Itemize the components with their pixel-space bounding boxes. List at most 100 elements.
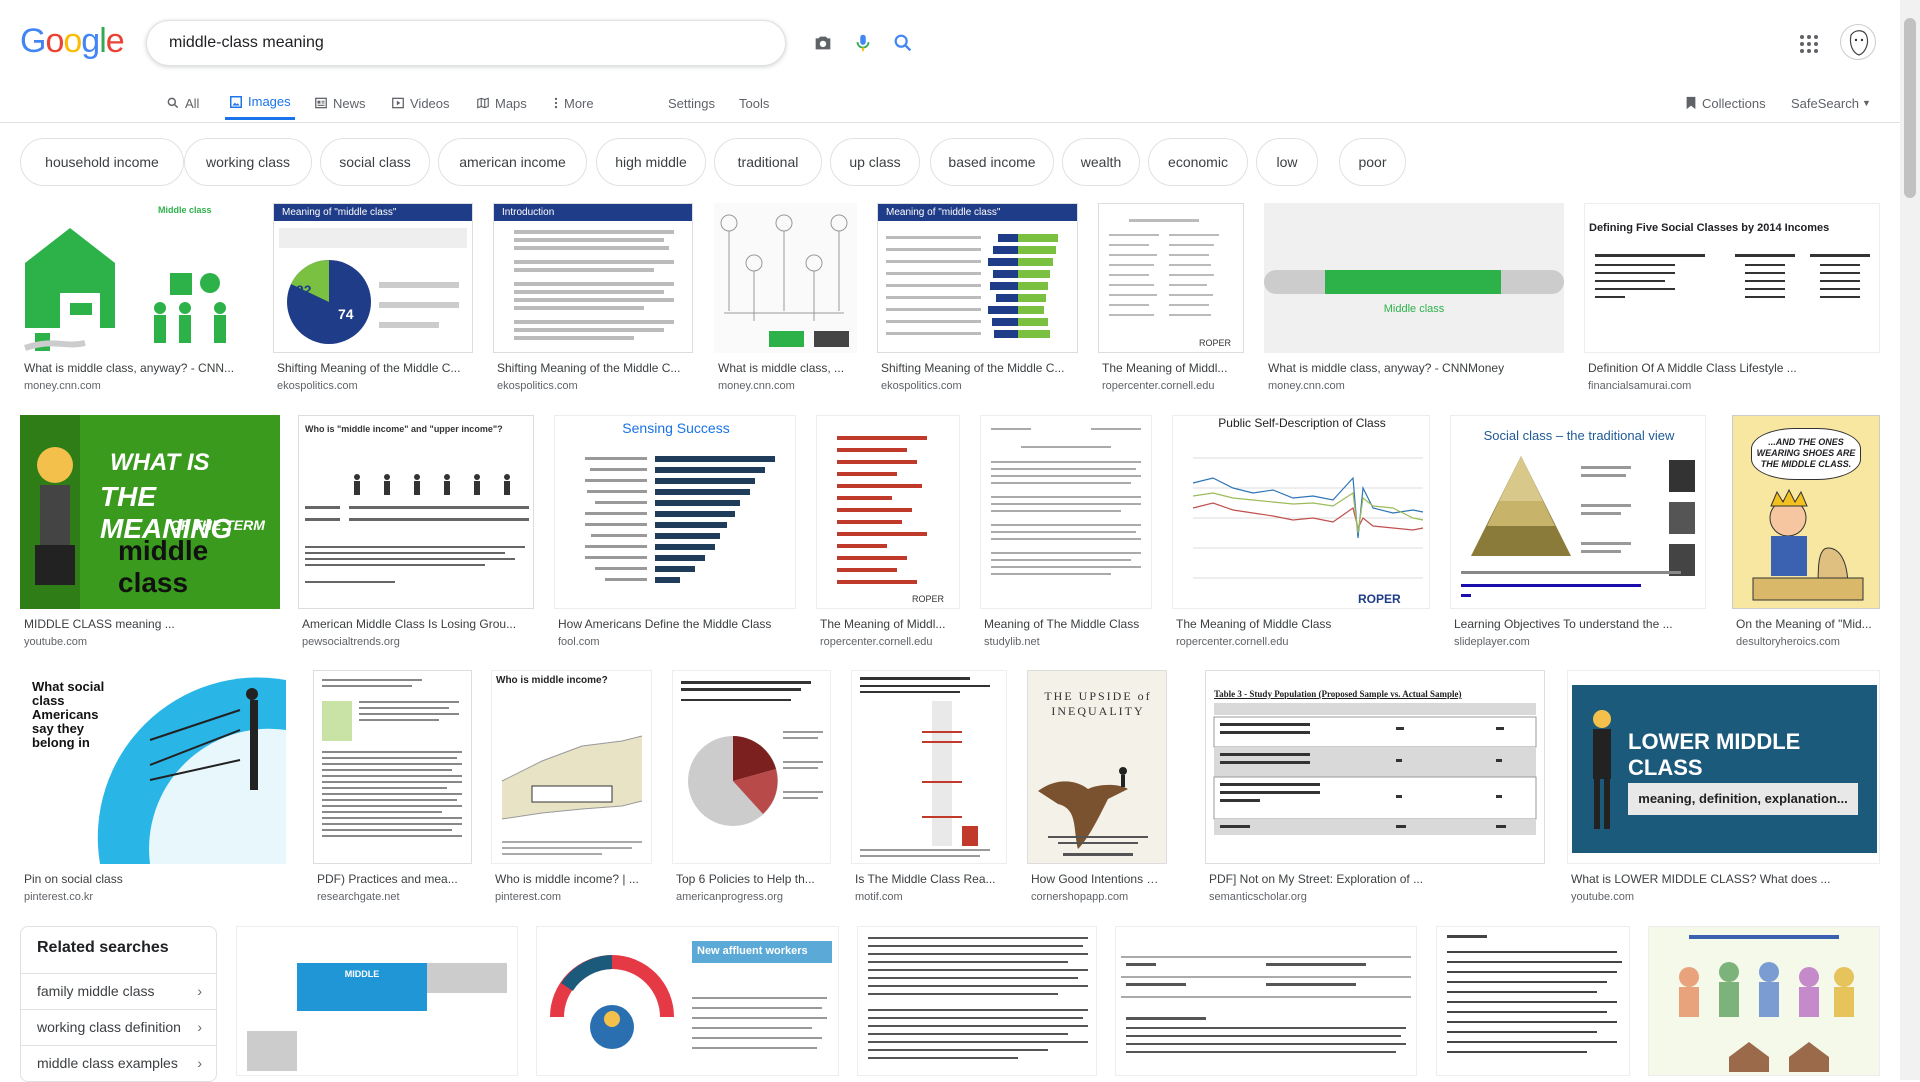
result-source: pinterest.com (495, 891, 562, 903)
related-search-item[interactable]: working class definition › (21, 1009, 216, 1044)
chip[interactable]: economic (1148, 138, 1248, 186)
tab-maps[interactable]: Maps (476, 86, 527, 120)
image-result[interactable]: Top 6 Policies to Help th... americanpro… (672, 670, 831, 908)
result-thumbnail: What social class Americans say they bel… (20, 670, 286, 864)
apps-grid-icon[interactable] (1797, 32, 1821, 56)
logo-letter: G (20, 22, 46, 60)
result-source: cornershopapp.com (1031, 891, 1129, 903)
tab-settings[interactable]: Settings (668, 86, 715, 120)
microphone-icon[interactable] (851, 31, 875, 55)
tab-label: Videos (410, 95, 450, 111)
safesearch-dropdown[interactable]: SafeSearch ▼ (1791, 86, 1871, 120)
related-searches-panel: Related searches family middle class › w… (20, 926, 217, 1082)
tab-tools[interactable]: Tools (739, 86, 769, 120)
related-search-item[interactable]: middle class examples › (21, 1045, 216, 1080)
thumb-label: Middle class (1383, 303, 1445, 315)
image-result[interactable]: LOWER MIDDLE CLASS meaning, definition, … (1567, 670, 1880, 908)
image-result[interactable]: Middle class What is middle class, anywa… (20, 203, 253, 393)
result-title: The Meaning of Middle Class (1176, 617, 1332, 631)
camera-icon[interactable] (811, 31, 835, 55)
related-searches-title: Related searches (37, 939, 169, 956)
result-thumbnail: Sensing Success (554, 415, 796, 609)
image-result[interactable] (1115, 926, 1417, 1076)
tab-label: Maps (495, 95, 527, 111)
result-source: ropercenter.cornell.edu (820, 636, 933, 648)
chip[interactable]: american income (438, 138, 587, 186)
image-result[interactable]: WHAT IS THE MEANING OF THE TERM middle c… (20, 415, 280, 653)
chip-label: economic (1168, 154, 1228, 170)
image-result[interactable]: What is middle class, ... money.cnn.com (714, 203, 857, 393)
image-result[interactable] (1648, 926, 1880, 1076)
speech-bubble: ...AND THE ONES WEARING SHOES ARE THE MI… (1751, 428, 1861, 480)
chevron-right-icon: › (197, 983, 202, 999)
tab-all[interactable]: All (166, 86, 199, 120)
page-scrollbar[interactable] (1900, 0, 1920, 1080)
image-result[interactable] (1436, 926, 1630, 1076)
image-result[interactable]: Meaning of "middle class" 22 74 Shifting… (273, 203, 473, 393)
image-result[interactable]: Who is "middle income" and "upper income… (298, 415, 534, 653)
image-result[interactable]: ROPER The Meaning of Middl... ropercente… (1098, 203, 1244, 393)
header: Google All Images Ne (0, 0, 1900, 123)
image-result[interactable]: Meaning of "middle class" Shifting Meani… (877, 203, 1078, 393)
scrollbar-thumb[interactable] (1904, 18, 1916, 198)
image-result[interactable]: PDF) Practices and mea... researchgate.n… (313, 670, 472, 908)
result-source: fool.com (558, 636, 600, 648)
chip[interactable]: low (1256, 138, 1318, 186)
image-result[interactable]: New affluent workers (536, 926, 839, 1076)
chip[interactable]: household income (20, 138, 184, 186)
search-box[interactable] (146, 20, 912, 66)
image-result[interactable]: What social class Americans say they bel… (20, 670, 286, 908)
result-source: youtube.com (1571, 891, 1634, 903)
chip[interactable]: poor (1339, 138, 1406, 186)
search-input[interactable] (167, 31, 641, 55)
image-result[interactable]: MIDDLE (236, 926, 518, 1076)
image-result[interactable]: Who is middle income? Who is middle inco… (491, 670, 652, 908)
tab-videos[interactable]: Videos (391, 86, 450, 120)
image-result[interactable]: Table 3 - Study Population (Proposed Sam… (1205, 670, 1545, 908)
avatar[interactable] (1840, 24, 1876, 60)
image-result[interactable]: THE UPSIDE of INEQUALITY How Good Intent… (1027, 670, 1167, 908)
result-source: youtube.com (24, 636, 87, 648)
result-title: Top 6 Policies to Help th... (676, 872, 815, 886)
result-thumbnail: Meaning of "middle class" (877, 203, 1078, 353)
image-result[interactable]: Meaning of The Middle Class studylib.net (980, 415, 1152, 653)
chip[interactable]: high middle (596, 138, 706, 186)
chip[interactable]: social class (320, 138, 430, 186)
result-source: researchgate.net (317, 891, 400, 903)
image-result[interactable] (857, 926, 1097, 1076)
pie-label: 22 (296, 282, 312, 298)
chip[interactable]: traditional (714, 138, 822, 186)
tab-label: All (185, 95, 200, 111)
chip[interactable]: working class (184, 138, 312, 186)
image-result[interactable]: Public Self-Description of Class ROPER T… (1172, 415, 1430, 653)
tab-news[interactable]: News (314, 86, 366, 120)
result-title: American Middle Class Is Losing Grou... (302, 617, 517, 631)
result-thumbnail: Middle class (1264, 203, 1564, 353)
search-icon[interactable] (891, 31, 915, 55)
thumb-heading: Public Self-Description of Class (1218, 416, 1386, 430)
related-search-item[interactable]: family middle class › (21, 973, 216, 1008)
image-result[interactable]: Is The Middle Class Rea... motif.com (851, 670, 1007, 908)
image-result[interactable]: Defining Five Social Classes by 2014 Inc… (1584, 203, 1880, 393)
image-result[interactable]: ...AND THE ONES WEARING SHOES ARE THE MI… (1732, 415, 1880, 653)
image-result[interactable]: Social class – the traditional view Lear… (1450, 415, 1706, 653)
image-result[interactable]: Sensing Success How Americans Define the… (554, 415, 796, 653)
collections-link[interactable]: Collections (1685, 86, 1766, 120)
chip-label: household income (45, 154, 159, 170)
result-title: The Meaning of Middl... (1102, 361, 1228, 375)
image-result[interactable]: Introduction Shifting Meaning of the Mid… (493, 203, 693, 393)
result-title: Definition Of A Middle Class Lifestyle .… (1588, 361, 1797, 375)
image-result[interactable]: ROPER The Meaning of Middl... ropercente… (816, 415, 960, 653)
image-result[interactable]: Middle class What is middle class, anywa… (1264, 203, 1564, 393)
google-logo[interactable]: Google (20, 22, 125, 61)
chip-label: working class (205, 154, 291, 170)
chip[interactable]: up class (830, 138, 920, 186)
tab-more[interactable]: More (553, 86, 594, 120)
result-thumbnail: Social class – the traditional view (1450, 415, 1706, 609)
tab-images[interactable]: Images (225, 86, 295, 120)
chip[interactable]: wealth (1062, 138, 1140, 186)
result-title: What is LOWER MIDDLE CLASS? What does ..… (1571, 872, 1831, 886)
chip[interactable]: based income (930, 138, 1054, 186)
result-title: MIDDLE CLASS meaning ... (24, 617, 175, 631)
result-thumbnail (857, 926, 1097, 1076)
